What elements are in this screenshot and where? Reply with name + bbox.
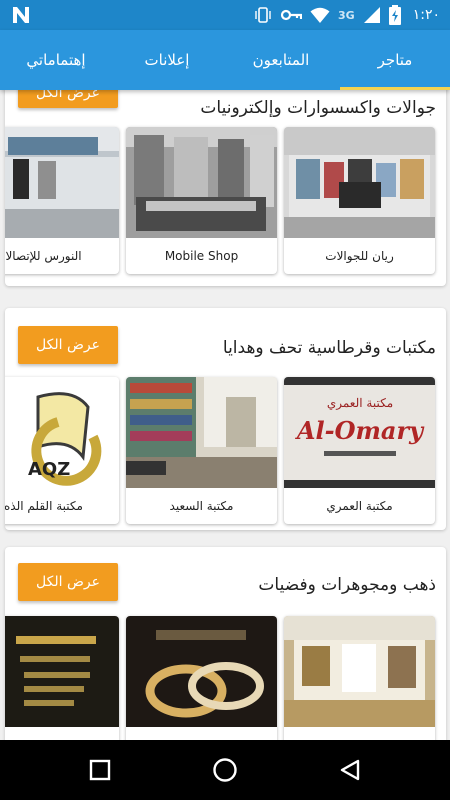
store-name: مكتبة العمري (326, 499, 393, 513)
store-name (126, 727, 277, 740)
store-name: مكتبة القلم الذه (5, 499, 83, 513)
category-card: مكتبات وقرطاسية تحف وهدايا عرض الكل مكتب… (5, 308, 446, 530)
vibrate-icon (255, 7, 271, 23)
home-button[interactable] (195, 740, 255, 800)
category-title: مكتبات وقرطاسية تحف وهدايا (222, 338, 436, 358)
category-title: جوالات واكسسوارات وإلكترونيات (200, 98, 436, 118)
view-all-button[interactable]: عرض الكل (18, 90, 118, 108)
tab-bar: متاجر المتابعون إعلانات إهتماماتي (0, 30, 450, 90)
store-name: ريان للجوالات (325, 249, 394, 263)
store-thumbnail (126, 127, 277, 238)
view-all-button[interactable]: عرض الكل (18, 563, 118, 601)
store-name (284, 727, 435, 740)
store-name: Mobile Shop (164, 249, 239, 263)
store-card[interactable]: Mobile Shop (126, 127, 277, 274)
system-nav-bar (0, 740, 450, 800)
back-button[interactable] (320, 740, 380, 800)
category-card: جوالات واكسسوارات وإلكترونيات عرض الكل ر… (5, 90, 446, 286)
svg-text:AQZ: AQZ (28, 459, 70, 480)
store-card[interactable]: النورس للإتصالا (5, 127, 119, 274)
tab-interests[interactable]: إهتماماتي (0, 30, 112, 90)
tab-followers[interactable]: المتابعون (222, 30, 340, 90)
category-title: ذهب ومجوهرات وفضيات (258, 575, 436, 595)
view-all-button[interactable]: عرض الكل (18, 326, 118, 364)
store-thumbnail (5, 127, 119, 238)
network-type-label: 3G (338, 8, 355, 22)
store-thumbnail (284, 127, 435, 238)
signal-icon (363, 7, 380, 23)
store-name: النورس للإتصالا (5, 249, 82, 263)
battery-charging-icon (388, 5, 401, 25)
store-name: مكتبة السعيد (169, 499, 234, 513)
store-logo: مكتبة العمري Al-Omary (284, 377, 435, 488)
store-card[interactable]: ريان للجوالات (284, 127, 435, 274)
store-thumbnail (126, 377, 277, 488)
store-name (5, 727, 119, 740)
store-card[interactable] (5, 616, 119, 740)
store-logo: AQZ (5, 377, 119, 488)
category-card: ذهب ومجوهرات وفضيات عرض الكل (5, 547, 446, 740)
tab-stores[interactable]: متاجر (340, 30, 450, 90)
back-triangle-icon (340, 759, 360, 781)
store-card[interactable]: مكتبة العمري Al-Omary مكتبة العمري (284, 377, 435, 524)
store-card[interactable]: مكتبة السعيد (126, 377, 277, 524)
tab-ads[interactable]: إعلانات (112, 30, 222, 90)
store-card[interactable]: AQZ مكتبة القلم الذه (5, 377, 119, 524)
status-bar: 3G ١:٢٠ (0, 0, 450, 30)
svg-text:Al-Omary: Al-Omary (295, 416, 425, 445)
svg-text:مكتبة العمري: مكتبة العمري (327, 396, 393, 410)
store-thumbnail (284, 616, 435, 727)
n-app-icon (13, 7, 29, 23)
home-circle-icon (213, 758, 237, 782)
recents-square-icon (89, 759, 111, 781)
wifi-icon (310, 7, 330, 23)
store-card[interactable] (284, 616, 435, 740)
stores-feed[interactable]: جوالات واكسسوارات وإلكترونيات عرض الكل ر… (0, 90, 450, 740)
recents-button[interactable] (70, 740, 130, 800)
clock: ١:٢٠ (412, 7, 440, 23)
store-card[interactable] (126, 616, 277, 740)
key-icon (280, 9, 303, 21)
store-thumbnail (126, 616, 277, 727)
store-thumbnail (5, 616, 119, 727)
